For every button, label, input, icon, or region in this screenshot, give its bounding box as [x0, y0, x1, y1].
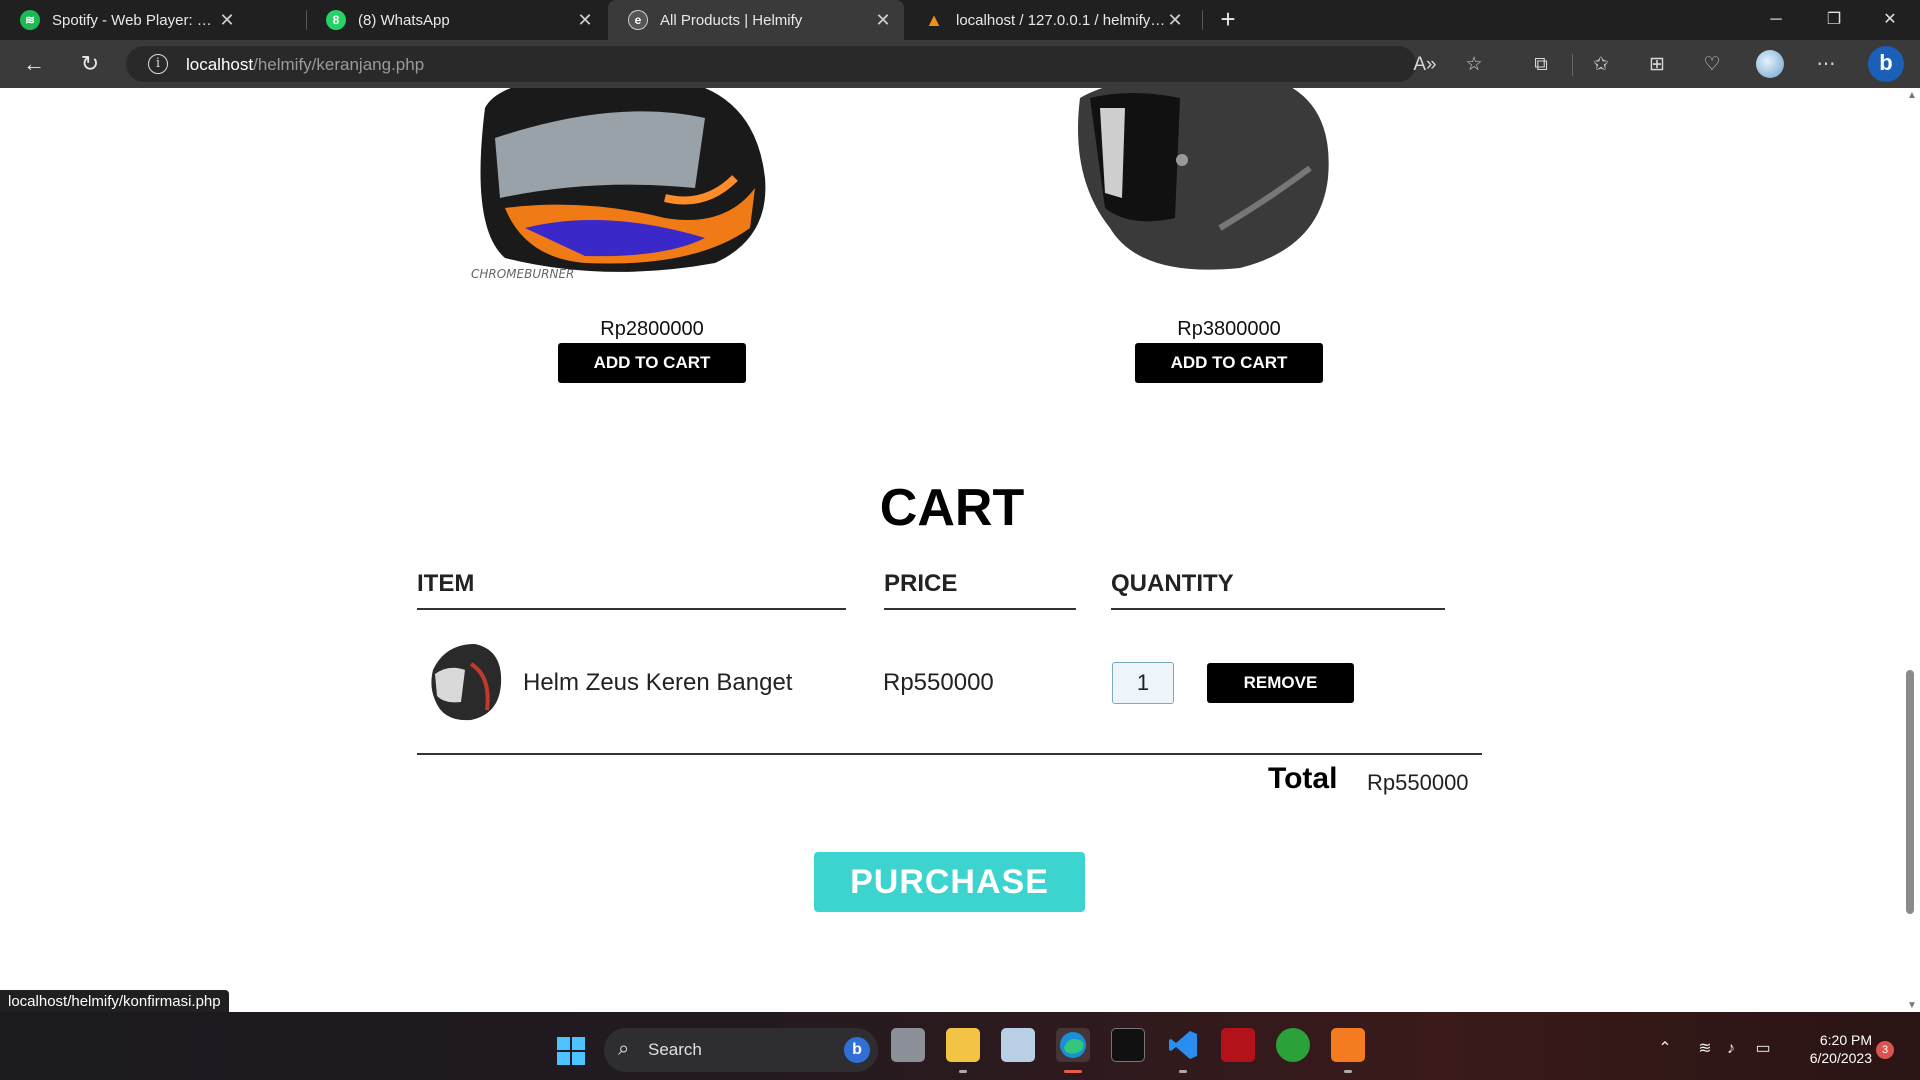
more-options-icon[interactable]: ⋯ [1813, 52, 1839, 78]
refresh-icon[interactable]: ↻ [74, 48, 106, 80]
page-viewport: CHROMEBURNER Rp2800000 ADD TO CART Rp380… [0, 88, 1904, 1012]
running-indicator [1344, 1070, 1352, 1073]
profile-avatar[interactable] [1756, 50, 1784, 78]
windows-start-icon[interactable] [556, 1036, 586, 1066]
tab-whatsapp[interactable]: 8 (8) WhatsApp ✕ [306, 0, 606, 40]
product-card: Rp2800000 ADD TO CART [492, 318, 812, 383]
purchase-button[interactable]: PURCHASE [814, 852, 1085, 912]
task-view-icon[interactable] [891, 1028, 925, 1062]
photos-icon[interactable] [1001, 1028, 1035, 1062]
battery-icon[interactable]: ▭ [1752, 1038, 1774, 1060]
product-card: Rp3800000 ADD TO CART [1069, 318, 1389, 383]
total-label: Total [1268, 762, 1338, 795]
close-tab-icon[interactable]: ✕ [576, 10, 594, 31]
site-info-icon[interactable]: i [148, 54, 168, 74]
product-price: Rp3800000 [1177, 318, 1281, 340]
tab-all-products[interactable]: e All Products | Helmify ✕ [608, 0, 904, 40]
spotify-icon: ≋ [20, 10, 40, 30]
bing-copilot-icon[interactable]: b [1868, 46, 1904, 82]
tray-overflow-icon[interactable]: ⌃ [1654, 1038, 1676, 1060]
close-tab-icon[interactable]: ✕ [874, 10, 892, 31]
toolbar-separator [1572, 54, 1573, 76]
taskbar-clock[interactable]: 6:20 PM 6/20/2023 [1780, 1031, 1872, 1067]
total-value: Rp550000 [1367, 770, 1469, 795]
extensions-icon[interactable]: ⧉ [1528, 52, 1554, 78]
edge-logo-icon [1060, 1032, 1086, 1058]
xbox-icon[interactable] [1276, 1028, 1310, 1062]
vscode-logo-icon [1169, 1031, 1197, 1059]
address-toolbar: ← ↻ i localhost/helmify/keranjang.php A»… [0, 40, 1920, 88]
header-underline [1111, 608, 1445, 610]
running-indicator [959, 1070, 967, 1073]
wifi-icon[interactable]: ≋ [1694, 1038, 1716, 1060]
product-helmet-image: CHROMEBURNER [471, 88, 766, 281]
favorite-star-icon[interactable]: ☆ [1461, 52, 1487, 78]
link-status-bar: localhost/helmify/konfirmasi.php [0, 990, 229, 1014]
tab-bar: ≋ Spotify - Web Player: Music for e ✕ 8 … [0, 0, 1920, 40]
phpmyadmin-icon: ▲ [925, 9, 943, 30]
address-bar[interactable]: i localhost/helmify/keranjang.php [126, 46, 1416, 82]
back-icon[interactable]: ← [18, 48, 50, 80]
terminal-icon[interactable] [1111, 1028, 1145, 1062]
url-text[interactable]: localhost/helmify/keranjang.php [186, 55, 424, 75]
tab-title: (8) WhatsApp [358, 11, 450, 29]
brand-logo-text: CHROMEBURNER [471, 267, 574, 281]
remove-button[interactable]: REMOVE [1207, 663, 1354, 703]
edge-page-icon: e [628, 10, 648, 30]
url-host: localhost [186, 55, 254, 74]
xampp-icon[interactable] [1331, 1028, 1365, 1062]
clock-date: 6/20/2023 [1809, 1050, 1872, 1066]
tab-title: Spotify - Web Player: Music for e [52, 11, 218, 29]
cart-item-name: Helm Zeus Keren Banget [523, 669, 793, 696]
tab-title: localhost / 127.0.0.1 / helmify / a [956, 11, 1166, 29]
tab-title: All Products | Helmify [660, 11, 803, 29]
cart-divider [417, 753, 1482, 755]
vscode-icon[interactable] [1166, 1028, 1200, 1062]
notification-badge[interactable]: 3 [1876, 1041, 1894, 1059]
product-helmet-image [1078, 88, 1329, 270]
read-aloud-icon[interactable]: A» [1412, 52, 1438, 78]
close-tab-icon[interactable]: ✕ [218, 10, 236, 31]
whatsapp-icon: 8 [326, 10, 346, 30]
edge-taskbar-icon[interactable] [1056, 1028, 1090, 1062]
search-placeholder: Search [648, 1040, 702, 1059]
add-to-cart-button[interactable]: ADD TO CART [1135, 343, 1323, 383]
dbeaver-icon[interactable] [1221, 1028, 1255, 1062]
close-window-icon[interactable]: ✕ [1862, 0, 1918, 40]
column-header-quantity: QUANTITY [1111, 570, 1234, 597]
cart-title: CART [879, 479, 1025, 537]
url-path: /helmify/keranjang.php [253, 55, 425, 74]
column-header-item: ITEM [417, 570, 475, 597]
column-header-price: PRICE [884, 570, 958, 597]
tab-spotify[interactable]: ≋ Spotify - Web Player: Music for e ✕ [0, 0, 248, 40]
bing-icon: b [844, 1037, 870, 1063]
favorites-icon[interactable]: ✩ [1588, 52, 1614, 78]
performance-icon[interactable]: ♡ [1699, 52, 1725, 78]
restore-icon[interactable]: ❐ [1806, 0, 1862, 40]
tab-phpmyadmin[interactable]: ▲ localhost / 127.0.0.1 / helmify / a ✕ [904, 0, 1196, 40]
minimize-icon[interactable]: ─ [1748, 0, 1804, 40]
quantity-input[interactable]: 1 [1112, 662, 1174, 704]
scrollbar-thumb[interactable] [1906, 670, 1914, 914]
new-tab-icon[interactable]: + [1212, 4, 1244, 36]
clock-time: 6:20 PM [1819, 1032, 1872, 1048]
close-tab-icon[interactable]: ✕ [1166, 10, 1184, 31]
volume-icon[interactable]: ♪ [1720, 1038, 1742, 1060]
tab-separator [1202, 10, 1203, 30]
scroll-up-icon[interactable]: ▲ [1905, 90, 1919, 102]
product-price: Rp2800000 [600, 318, 704, 340]
header-underline [884, 608, 1076, 610]
taskbar-search[interactable]: ⌕ Search b [604, 1028, 878, 1072]
file-explorer-icon[interactable] [946, 1028, 980, 1062]
cart-item-price: Rp550000 [883, 669, 994, 696]
scroll-down-icon[interactable]: ▼ [1905, 1000, 1919, 1012]
header-underline [417, 608, 846, 610]
cart-item-image [431, 644, 502, 721]
add-to-cart-button[interactable]: ADD TO CART [558, 343, 746, 383]
active-indicator [1064, 1070, 1082, 1073]
collections-icon[interactable]: ⊞ [1644, 52, 1670, 78]
search-icon: ⌕ [618, 1038, 630, 1060]
running-indicator [1179, 1070, 1187, 1073]
